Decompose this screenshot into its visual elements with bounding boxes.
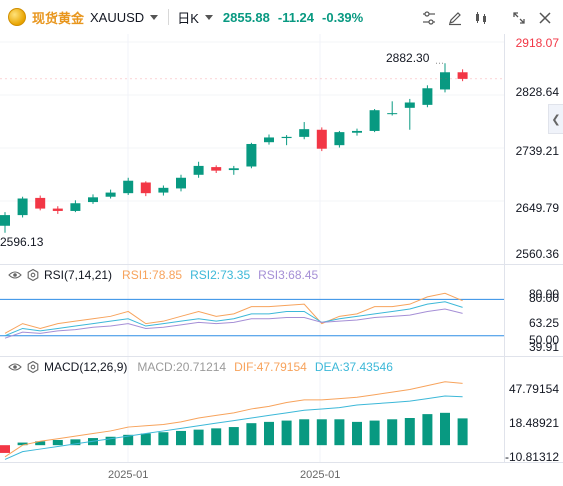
settings-icon[interactable] — [26, 360, 40, 374]
macd-value: MACD:20.71214 — [137, 360, 227, 374]
time-axis-label: 2025-01 — [300, 469, 341, 481]
candle-body — [334, 132, 345, 146]
macd-axis-label: 47.79154 — [508, 382, 559, 396]
candle-body — [316, 129, 327, 149]
candle-body — [17, 198, 28, 216]
macd-histogram-bar — [211, 428, 222, 446]
candle-body — [88, 197, 98, 203]
rsi-axis[interactable]: 80.00 80.00 63.25 50.00 39.91 — [504, 264, 563, 356]
macd-histogram-bar — [316, 419, 327, 446]
pane-divider — [0, 264, 563, 265]
macd-histogram-bar — [457, 418, 468, 446]
candle-body — [387, 113, 398, 115]
candle-body — [299, 129, 310, 137]
candle-body — [193, 165, 204, 175]
candle-body — [0, 215, 10, 226]
candle-body — [52, 208, 63, 211]
rsi1-value: RSI1:78.85 — [122, 268, 183, 282]
candle-body — [352, 130, 362, 133]
candle-body — [123, 180, 134, 194]
macd-histogram-bar — [352, 421, 362, 446]
candle-body — [70, 203, 81, 211]
low-price-marker: 2596.13 — [0, 235, 44, 249]
time-axis[interactable]: 2025-01 2025-01 — [0, 462, 563, 486]
candle-body — [176, 177, 186, 189]
dif-value: DIF:47.79154 — [234, 360, 307, 374]
macd-histogram-bar — [52, 440, 63, 446]
macd-histogram-bar — [140, 433, 151, 446]
macd-axis-label: 18.48921 — [508, 416, 559, 430]
macd-histogram-bar — [369, 420, 380, 446]
macd-axis[interactable]: 47.79154 18.48921 -10.81312 — [504, 356, 563, 464]
price-axis-label: 2918.07 — [515, 36, 559, 50]
rsi-axis-label: 39.91 — [528, 340, 559, 354]
macd-histogram-bar — [299, 419, 310, 446]
rsi2-value: RSI2:73.35 — [190, 268, 251, 282]
macd-histogram-bar — [440, 412, 450, 446]
candle-body — [228, 168, 239, 171]
candle-body — [158, 187, 169, 193]
candle-body — [264, 137, 274, 143]
rsi-indicator-name[interactable]: RSI(7,14,21) — [44, 268, 112, 282]
macd-histogram-bar — [246, 423, 257, 446]
eye-icon[interactable] — [8, 360, 22, 374]
macd-histogram-bar — [422, 414, 433, 446]
price-axis-label: 2560.36 — [515, 247, 559, 261]
candle-body — [440, 72, 450, 90]
candle-body — [369, 110, 380, 131]
rsi3-value: RSI3:68.45 — [258, 268, 319, 282]
time-axis-label: 2025-01 — [108, 469, 149, 481]
macd-histogram-bar — [387, 419, 398, 446]
macd-histogram-bar — [281, 420, 292, 446]
macd-histogram-bar — [176, 430, 186, 446]
price-axis[interactable]: 2918.07 2828.64 2739.21 2649.79 2560.36 — [504, 34, 563, 264]
dea-value: DEA:37.43546 — [314, 360, 393, 374]
candle-body — [246, 143, 257, 167]
macd-histogram-bar — [193, 429, 204, 446]
macd-histogram-bar — [404, 418, 415, 446]
kline-chart[interactable] — [0, 0, 563, 486]
pane-divider — [0, 356, 563, 357]
candle-body — [211, 167, 222, 171]
price-axis-label: 2739.21 — [515, 144, 559, 158]
candle-body — [404, 102, 415, 108]
candle-body — [140, 182, 151, 194]
candle-body — [422, 88, 433, 105]
macd-histogram-bar — [334, 419, 345, 446]
macd-histogram-bar — [264, 421, 274, 446]
candle-body — [105, 192, 116, 197]
macd-histogram-bar — [228, 427, 239, 446]
rsi-axis-label-overlap: 80.00 — [528, 291, 559, 305]
rsi-axis-label: 63.25 — [528, 316, 559, 330]
price-axis-label: 2828.64 — [515, 85, 559, 99]
rsi-legend: RSI(7,14,21) RSI1:78.85 RSI2:73.35 RSI3:… — [8, 267, 318, 283]
eye-icon[interactable] — [8, 268, 22, 282]
candle-body — [281, 136, 292, 139]
settings-icon[interactable] — [26, 268, 40, 282]
macd-indicator-name[interactable]: MACD(12,26,9) — [44, 360, 127, 374]
high-price-marker: 2882.30 — [386, 51, 430, 65]
macd-legend: MACD(12,26,9) MACD:20.71214 DIF:47.79154… — [8, 359, 393, 375]
candle-body — [457, 72, 468, 79]
collapse-panel-chevron-icon[interactable]: ❮ — [548, 104, 563, 134]
macd-histogram-bar — [158, 432, 169, 446]
price-axis-label: 2649.79 — [515, 201, 559, 215]
macd-histogram-bar — [0, 445, 10, 453]
candle-body — [35, 197, 46, 209]
